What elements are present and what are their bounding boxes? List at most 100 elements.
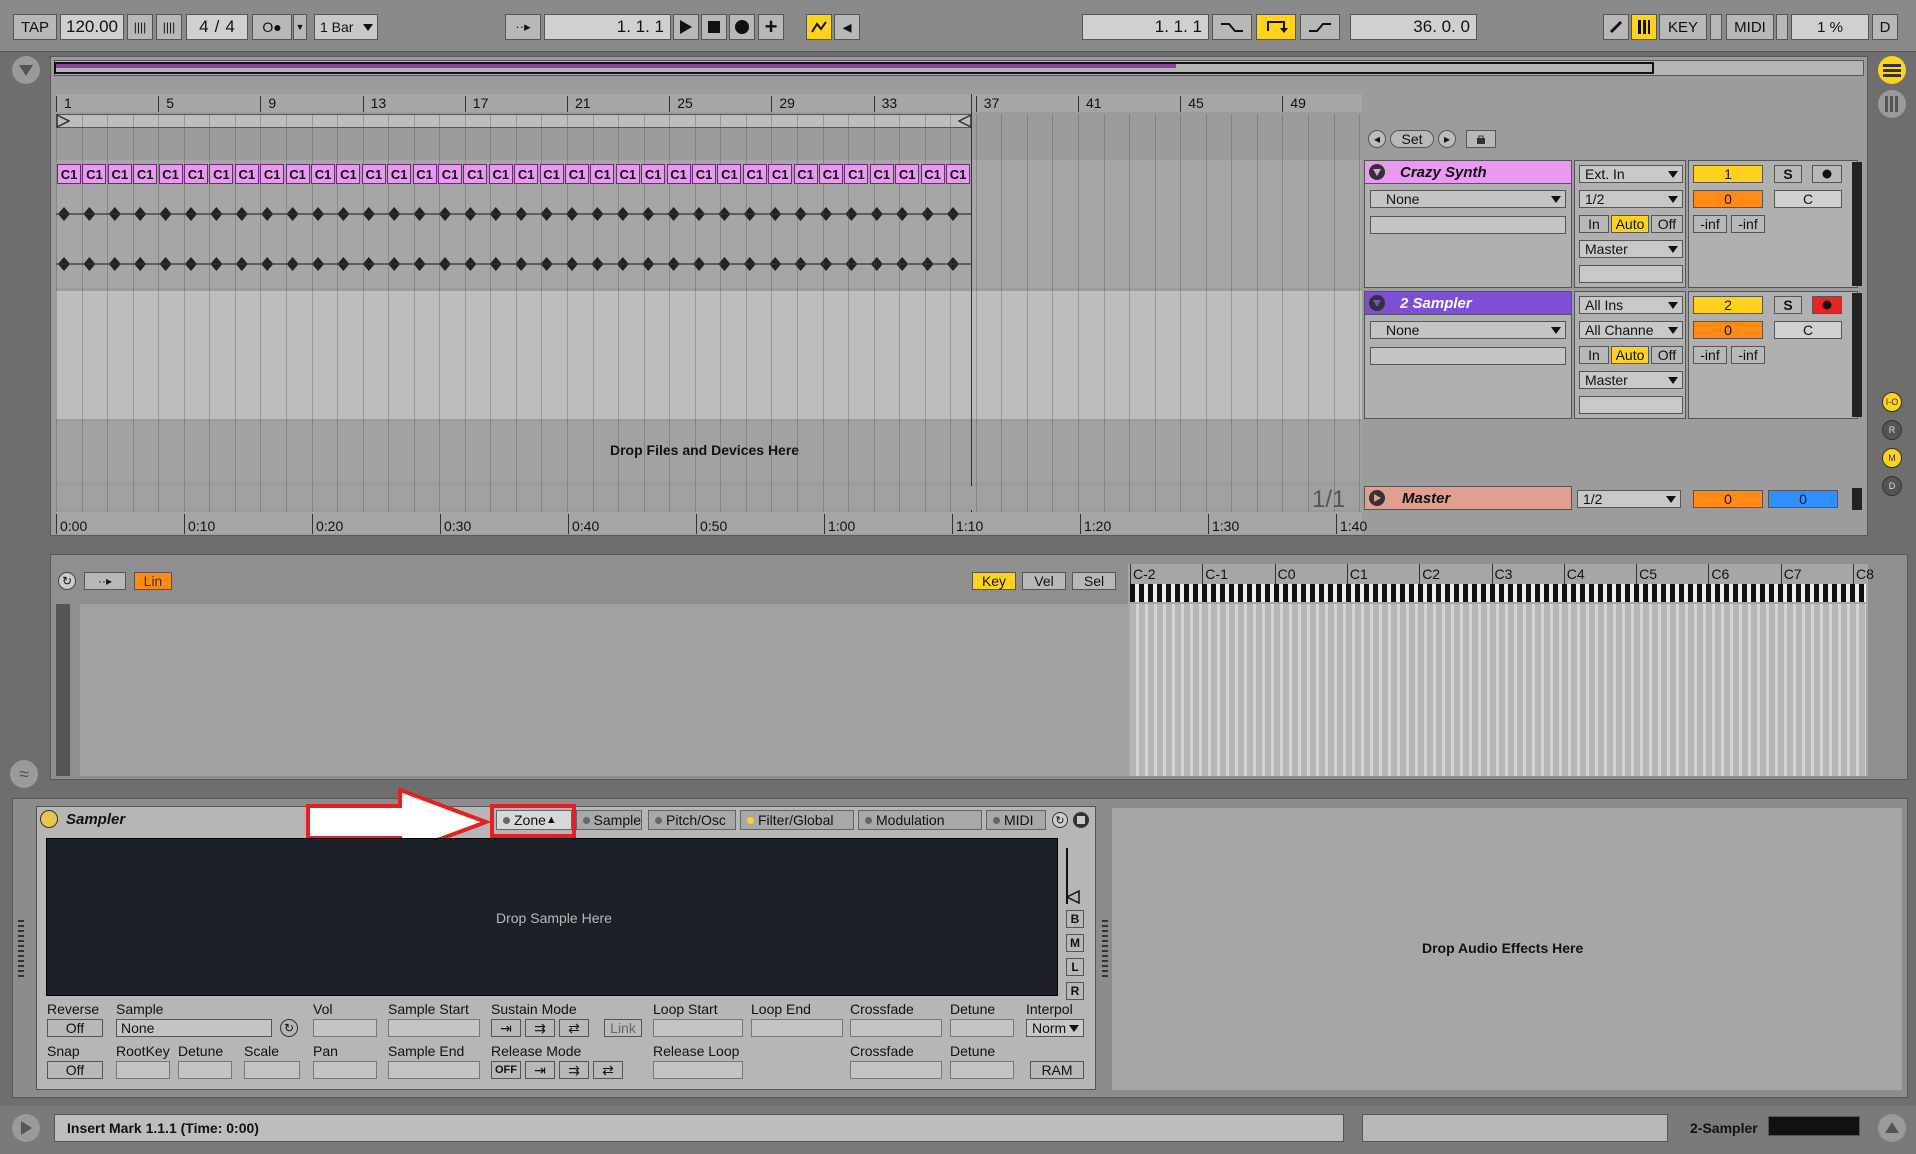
master-volume[interactable]: 0 xyxy=(1693,490,1763,508)
quantize-select[interactable]: 1 Bar xyxy=(314,14,378,40)
lin-button[interactable]: Lin xyxy=(134,572,172,590)
loop-brace[interactable] xyxy=(56,114,972,128)
device-chooser[interactable]: None xyxy=(1370,190,1566,208)
param-slider[interactable] xyxy=(244,1061,300,1079)
arrangement-view-button[interactable] xyxy=(1878,90,1906,118)
sample-zoom-slider[interactable] xyxy=(1066,848,1080,904)
tab-filter-global[interactable]: Filter/Global xyxy=(740,810,854,830)
track-activator[interactable]: 2 xyxy=(1693,296,1763,314)
selection-lane-button[interactable]: Sel xyxy=(1072,572,1116,590)
arm-button[interactable] xyxy=(1812,296,1842,314)
loop-length[interactable]: 36. 0. 0 xyxy=(1350,14,1477,40)
loop-end-marker[interactable] xyxy=(958,114,972,128)
track-fold-button[interactable] xyxy=(1369,164,1385,180)
solo-button[interactable]: S xyxy=(1774,165,1802,183)
midi-clip[interactable]: C1 xyxy=(895,164,920,184)
draw-mode-button[interactable] xyxy=(1603,14,1629,40)
release-off-button[interactable]: OFF xyxy=(491,1061,521,1079)
output-type-select[interactable]: Master xyxy=(1579,371,1683,389)
input-channel-select[interactable]: All Channe xyxy=(1579,321,1683,339)
midi-clip[interactable]: C1 xyxy=(387,164,412,184)
loop-punch-start[interactable]: 1. 1. 1 xyxy=(1082,14,1209,40)
follow-button[interactable]: ··▸ xyxy=(505,14,541,40)
nudge-down-button[interactable]: |||| xyxy=(127,14,153,40)
device-scroll-grip[interactable] xyxy=(1102,920,1108,980)
tab-pitch-osc[interactable]: Pitch/Osc xyxy=(648,810,736,830)
sampler-side-r-button[interactable]: R xyxy=(1066,982,1084,1000)
key-lane-button[interactable]: Key xyxy=(972,572,1016,590)
track-activator[interactable]: 1 xyxy=(1693,165,1763,183)
sampler-side-l-button[interactable]: L xyxy=(1066,958,1084,976)
tab-sample[interactable]: Sample xyxy=(576,810,642,830)
param-slider[interactable] xyxy=(313,1061,377,1079)
midi-clip[interactable]: C1 xyxy=(615,164,640,184)
device-view-grip[interactable] xyxy=(18,920,24,980)
midi-clip[interactable]: C1 xyxy=(133,164,158,184)
midi-clip[interactable]: C1 xyxy=(107,164,132,184)
midi-clip[interactable]: C1 xyxy=(793,164,818,184)
midi-clip[interactable]: C1 xyxy=(514,164,539,184)
midi-clip[interactable]: C1 xyxy=(844,164,869,184)
clip-scroll-bar[interactable] xyxy=(56,604,70,776)
back-to-arrangement-button[interactable]: ◂ xyxy=(834,14,860,40)
midi-clip[interactable]: C1 xyxy=(311,164,335,184)
record-button[interactable] xyxy=(729,14,755,40)
midi-map-button[interactable]: MIDI xyxy=(1726,14,1774,40)
hot-swap-button[interactable]: ↻ xyxy=(1052,812,1068,828)
metronome-button[interactable]: O● xyxy=(252,14,292,40)
param-slider[interactable] xyxy=(388,1019,480,1037)
release-mode-button[interactable]: ⇥ xyxy=(525,1061,555,1079)
link-button[interactable]: Link xyxy=(604,1019,642,1037)
midi-clip[interactable]: C1 xyxy=(361,164,386,184)
param-slider[interactable] xyxy=(850,1019,942,1037)
midi-clip[interactable]: C1 xyxy=(412,164,437,184)
clip-view-fold-button[interactable]: ↻ xyxy=(58,572,76,590)
input-type-select[interactable]: All Ins xyxy=(1579,296,1683,314)
volume-field[interactable]: 0 xyxy=(1693,190,1763,208)
arrangement-position[interactable]: 1. 1. 1 xyxy=(544,14,671,40)
side-option-d-button[interactable]: D xyxy=(1882,476,1902,496)
midi-clip[interactable]: C1 xyxy=(184,164,208,184)
sample-name-field[interactable]: None xyxy=(116,1019,272,1037)
previous-locator-button[interactable]: ◂ xyxy=(1368,130,1386,148)
tap-button[interactable]: TAP xyxy=(13,14,57,40)
param-slider[interactable] xyxy=(178,1061,232,1079)
track-name[interactable]: Crazy Synth xyxy=(1400,164,1487,181)
midi-clip[interactable]: C1 xyxy=(463,164,488,184)
param-slider[interactable] xyxy=(653,1019,743,1037)
midi-clip[interactable]: C1 xyxy=(768,164,793,184)
monitor-auto-button[interactable]: Auto xyxy=(1611,346,1649,364)
input-channel-select[interactable]: 1/2 xyxy=(1579,190,1683,208)
reverse-toggle[interactable]: Off xyxy=(47,1019,103,1037)
midi-clip[interactable]: C1 xyxy=(209,164,234,184)
time-signature[interactable]: 4 / 4 xyxy=(186,14,248,40)
solo-button[interactable]: S xyxy=(1774,296,1802,314)
input-type-select[interactable]: Ext. In xyxy=(1579,165,1683,183)
punch-in-button[interactable] xyxy=(1212,14,1252,40)
output-type-select[interactable]: Master xyxy=(1579,240,1683,258)
follow-clip-button[interactable]: ··▸ xyxy=(84,572,126,590)
midi-clip[interactable]: C1 xyxy=(234,164,259,184)
lock-envelopes-button[interactable] xyxy=(1466,130,1496,148)
velocity-lane-button[interactable]: Vel xyxy=(1022,572,1066,590)
side-option-m-button[interactable]: M xyxy=(1882,448,1902,468)
output-channel-select[interactable] xyxy=(1579,396,1683,414)
midi-clip[interactable]: C1 xyxy=(158,164,183,184)
ram-mode-button[interactable]: RAM xyxy=(1030,1061,1084,1079)
play-button[interactable] xyxy=(673,14,699,40)
tab-midi[interactable]: MIDI xyxy=(986,810,1046,830)
show-hide-detail-button[interactable] xyxy=(12,1114,40,1142)
interpolation-select[interactable]: Norm xyxy=(1026,1019,1084,1037)
midi-clip[interactable]: C1 xyxy=(920,164,945,184)
next-locator-button[interactable]: ▸ xyxy=(1438,130,1456,148)
tab-zone[interactable]: Zone ▲ xyxy=(496,810,572,830)
punch-out-button[interactable] xyxy=(1300,14,1340,40)
show-hide-info-button[interactable] xyxy=(1878,1114,1906,1142)
sampler-side-m-button[interactable]: M xyxy=(1066,934,1084,952)
midi-clip[interactable]: C1 xyxy=(692,164,716,184)
clip-chooser[interactable] xyxy=(1370,347,1566,365)
signature-numerator[interactable]: 4 xyxy=(199,17,208,37)
midi-clip[interactable]: C1 xyxy=(336,164,361,184)
side-option-r-button[interactable]: R xyxy=(1882,420,1902,440)
param-slider[interactable] xyxy=(388,1061,480,1079)
